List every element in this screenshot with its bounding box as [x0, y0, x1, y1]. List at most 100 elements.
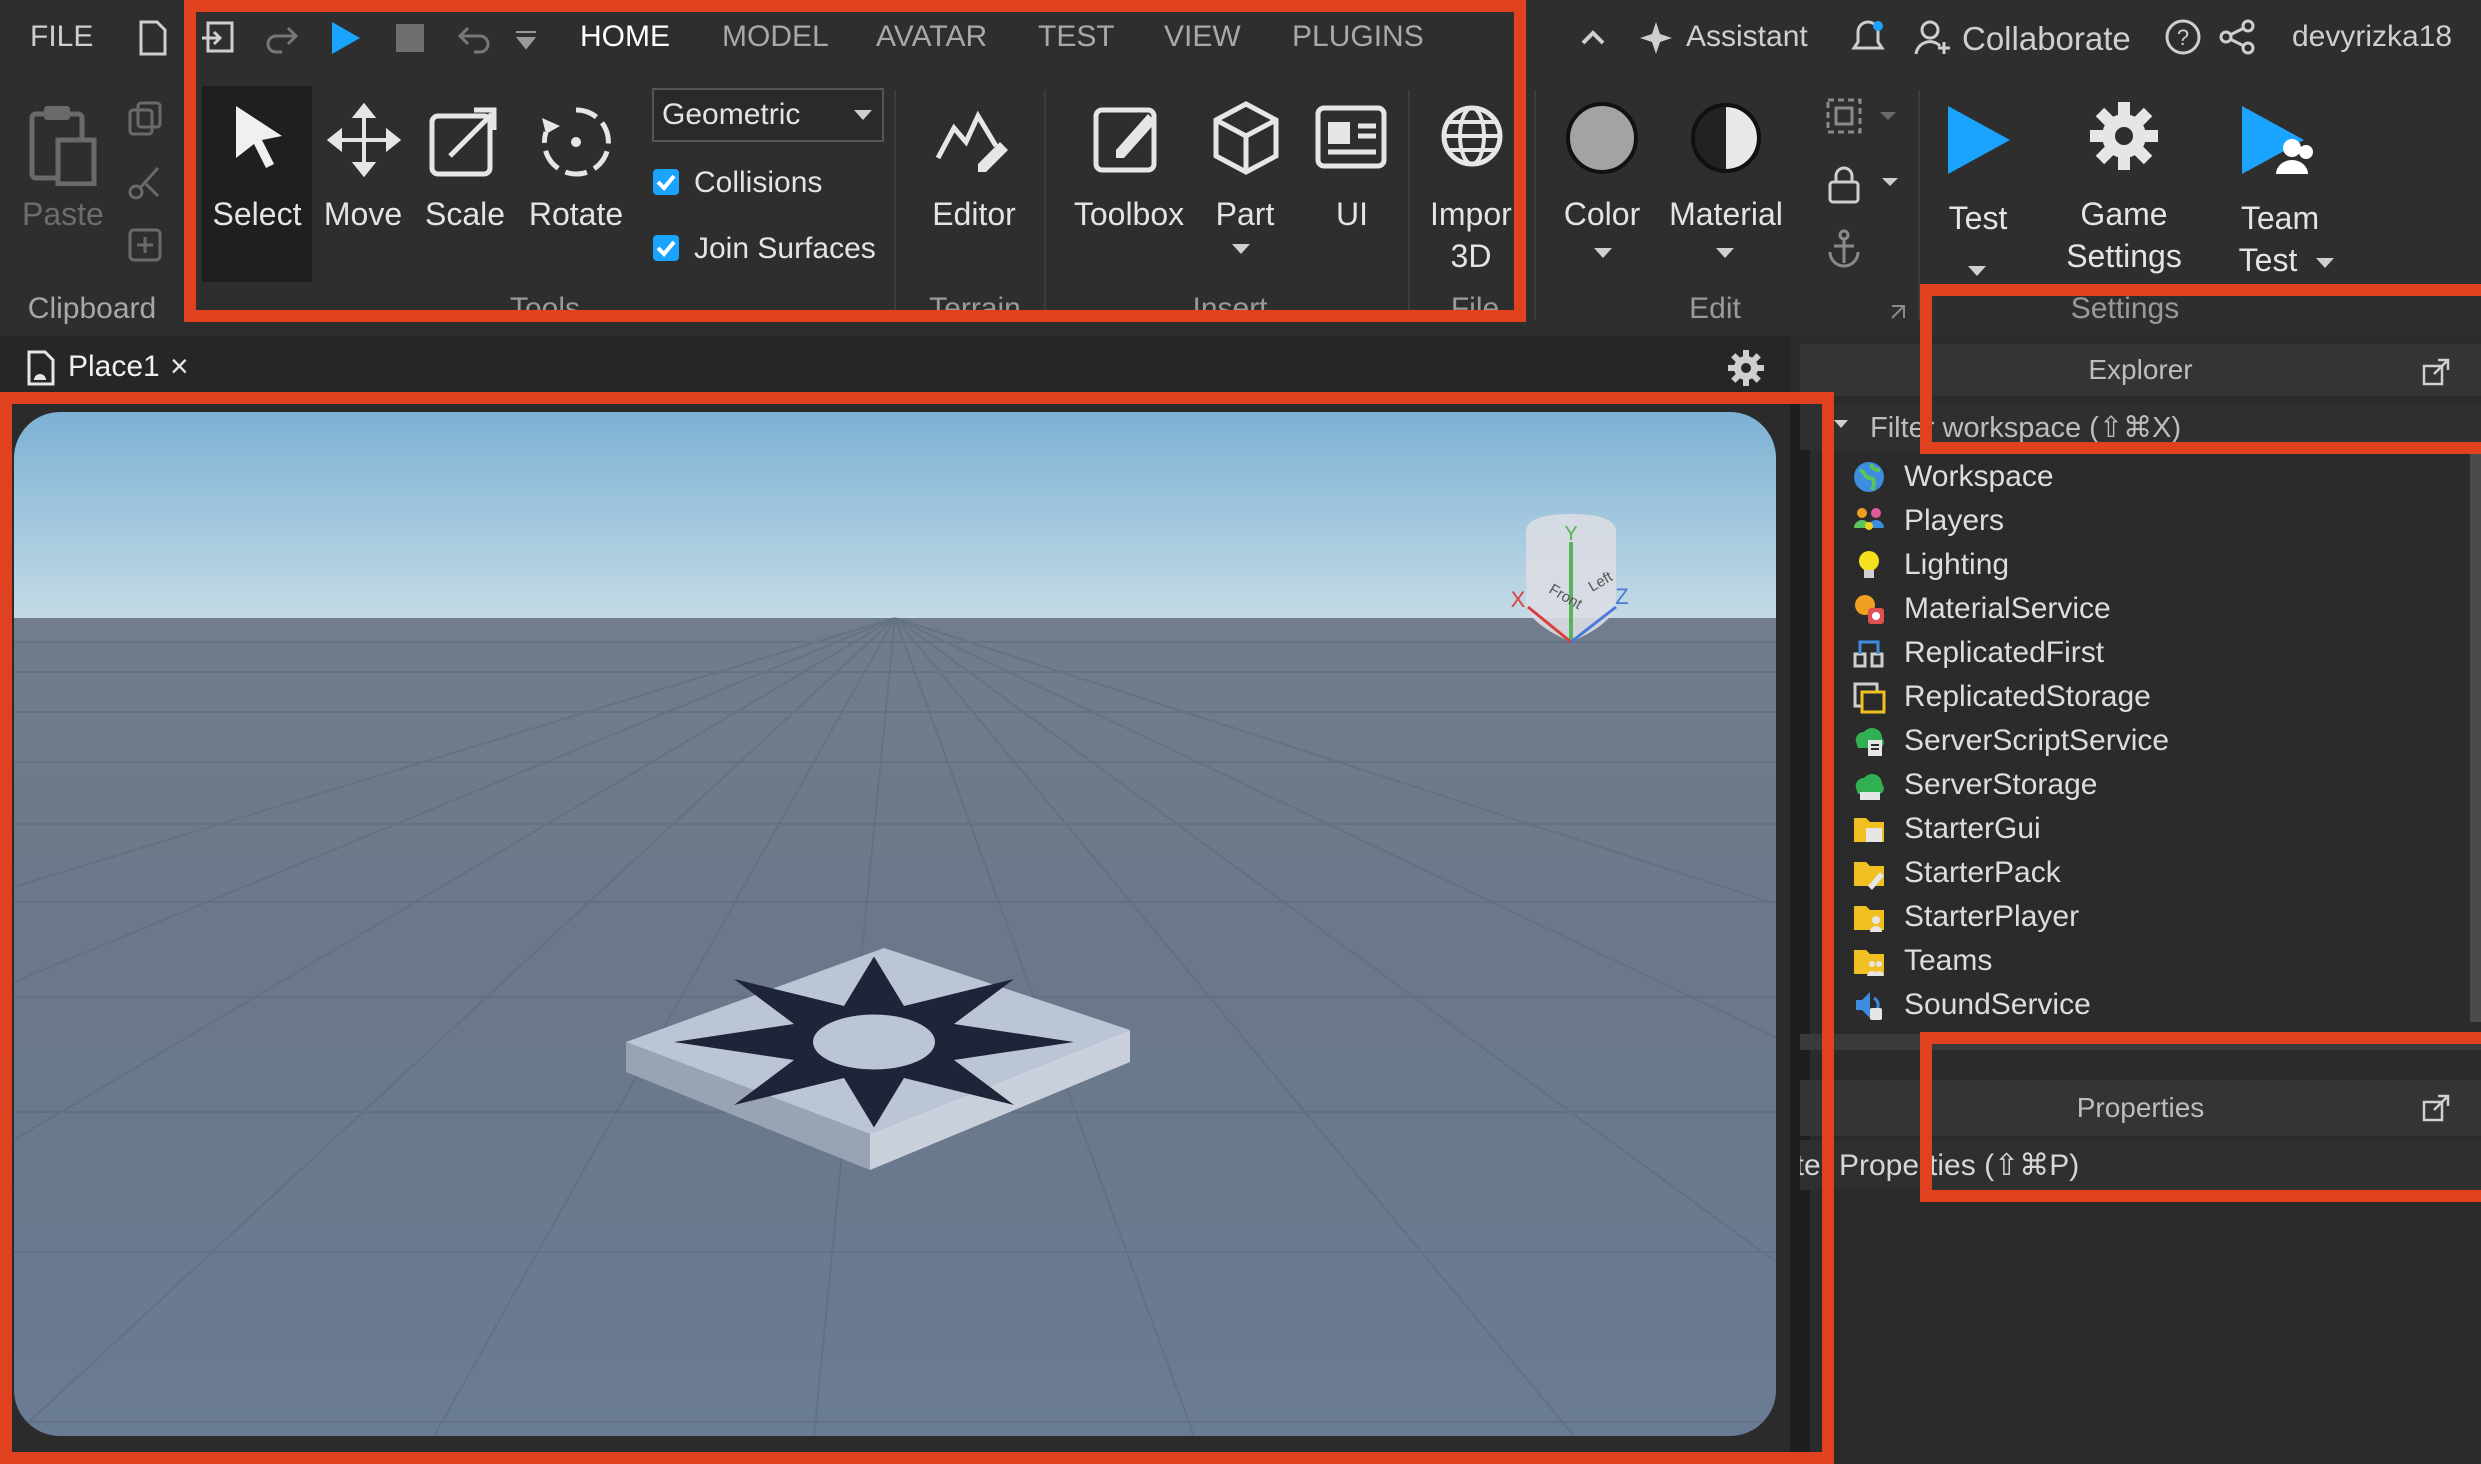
group-tools-label: Tools [509, 292, 581, 325]
tree-item-starterpack[interactable]: StarterPack [1852, 856, 2061, 890]
material-dropdown-icon[interactable] [1716, 248, 1734, 260]
select-cursor-icon[interactable] [230, 102, 286, 172]
test-dropdown-icon[interactable] [1968, 266, 1986, 278]
explorer-undock-icon[interactable] [2422, 358, 2450, 386]
paste-icon[interactable] [26, 102, 98, 186]
test-label[interactable]: Test [1930, 200, 2026, 237]
game-settings-label-line1[interactable]: Game [2054, 196, 2194, 233]
assistant-button[interactable]: Assistant [1686, 20, 1808, 54]
toolbox-icon[interactable] [1090, 100, 1166, 176]
properties-filter-input[interactable]: Filter Properties (⇧⌘P) [1800, 1148, 2079, 1183]
tree-item-starterplayer[interactable]: StarterPlayer [1852, 900, 2079, 934]
move-icon[interactable] [326, 102, 402, 178]
transform-mode-select[interactable]: Geometric [652, 88, 884, 142]
lock-dropdown-icon[interactable] [1882, 178, 1898, 188]
document-tab-place1[interactable]: Place1 [68, 350, 160, 384]
game-settings-gear-icon[interactable] [2088, 100, 2160, 172]
edit-settings-launcher-icon[interactable] [1890, 304, 1906, 320]
ui-label[interactable]: UI [1310, 196, 1394, 233]
group-dropdown-icon[interactable] [1880, 112, 1896, 122]
copy-icon[interactable] [126, 100, 164, 138]
test-play-icon[interactable] [1944, 102, 2012, 178]
scale-tool-label[interactable]: Scale [420, 196, 510, 233]
part-dropdown-icon[interactable] [1232, 244, 1250, 256]
team-test-label-line2[interactable]: Test [2218, 242, 2318, 279]
terrain-editor-label[interactable]: Editor [920, 196, 1028, 233]
tree-item-lighting[interactable]: Lighting [1852, 548, 2009, 582]
tree-item-replicatedfirst[interactable]: ReplicatedFirst [1852, 636, 2104, 670]
filter-dropdown-icon[interactable] [1834, 420, 1848, 430]
join-surfaces-checkbox[interactable] [652, 234, 680, 262]
tree-item-startergui[interactable]: StarterGui [1852, 812, 2041, 846]
collaborate-button[interactable]: Collaborate [1962, 20, 2131, 58]
collisions-checkbox[interactable] [652, 168, 680, 196]
terrain-editor-icon[interactable] [934, 102, 1014, 174]
viewport-scene[interactable]: Y X Z Front Left [14, 412, 1776, 1436]
part-cube-icon[interactable] [1210, 100, 1282, 176]
import-3d-label-line2[interactable]: 3D [1426, 238, 1516, 275]
tab-test[interactable]: TEST [1038, 20, 1115, 54]
collapse-ribbon-icon[interactable] [1580, 28, 1606, 46]
rotate-icon[interactable] [538, 104, 614, 180]
cut-icon[interactable] [126, 164, 164, 202]
redo-icon[interactable] [264, 22, 300, 54]
username[interactable]: devyrizka18 [2292, 20, 2452, 54]
color-label[interactable]: Color [1552, 196, 1652, 233]
play-quick-icon[interactable] [328, 20, 362, 56]
tab-avatar[interactable]: AVATAR [876, 20, 987, 54]
tree-item-materialservice[interactable]: MaterialService [1852, 592, 2111, 626]
viewport-splitter[interactable] [1790, 398, 1810, 1464]
explorer-filter-input[interactable]: Filter workspace (⇧⌘X) [1870, 410, 2181, 445]
import-globe-icon[interactable] [1438, 100, 1510, 176]
ui-icon[interactable] [1314, 104, 1388, 170]
tab-plugins[interactable]: PLUGINS [1292, 20, 1424, 54]
team-test-dropdown-icon[interactable] [2316, 258, 2334, 270]
color-swatch-icon[interactable] [1564, 100, 1640, 176]
toolbox-label[interactable]: Toolbox [1070, 196, 1188, 233]
close-tab-icon[interactable]: × [170, 348, 189, 385]
tree-item-workspace[interactable]: Workspace [1852, 460, 2054, 494]
tree-item-replicatedstorage[interactable]: ReplicatedStorage [1852, 680, 2151, 714]
replicated-first-icon [1853, 640, 1884, 668]
explorer-filter-bar[interactable]: Filter workspace (⇧⌘X) [1800, 402, 2481, 450]
customize-quick-access-icon[interactable] [514, 28, 538, 52]
anchor-icon[interactable] [1826, 228, 1862, 268]
lock-icon[interactable] [1826, 164, 1862, 204]
file-menu[interactable]: FILE [30, 20, 93, 54]
share-icon[interactable] [2218, 18, 2256, 56]
viewport-settings-gear-icon[interactable] [1726, 348, 1766, 388]
help-icon[interactable]: ? [2164, 18, 2202, 56]
tree-item-serverscriptservice[interactable]: ServerScriptService [1852, 724, 2169, 758]
stop-icon[interactable] [394, 22, 426, 54]
game-settings-label-line2[interactable]: Settings [2054, 238, 2194, 275]
tree-item-teams[interactable]: Teams [1852, 944, 1992, 978]
group-icon[interactable] [1824, 96, 1864, 136]
properties-filter-bar[interactable]: Filter Properties (⇧⌘P) [1800, 1140, 2481, 1190]
select-tool-label[interactable]: Select [202, 196, 312, 233]
tree-item-soundservice[interactable]: SoundService [1852, 988, 2091, 1022]
properties-undock-icon[interactable] [2422, 1094, 2450, 1122]
3d-viewport[interactable]: Y X Z Front Left [14, 412, 1776, 1436]
duplicate-icon[interactable] [126, 226, 164, 264]
part-label[interactable]: Part [1200, 196, 1290, 233]
explorer-horizontal-scrollbar[interactable] [1800, 1034, 2481, 1050]
material-sphere-icon[interactable] [1688, 100, 1764, 176]
tab-view[interactable]: VIEW [1164, 20, 1241, 54]
tree-item-serverstorage[interactable]: ServerStorage [1852, 768, 2097, 802]
rotate-tool-label[interactable]: Rotate [526, 196, 626, 233]
material-label[interactable]: Material [1664, 196, 1788, 233]
team-test-icon[interactable] [2238, 102, 2318, 178]
team-test-label-line1[interactable]: Team [2222, 200, 2338, 237]
move-tool-label[interactable]: Move [318, 196, 408, 233]
notifications-icon[interactable] [1850, 18, 1886, 58]
color-dropdown-icon[interactable] [1594, 248, 1612, 260]
import-3d-label-line1[interactable]: Impor [1424, 196, 1520, 233]
new-file-icon[interactable] [138, 20, 168, 56]
publish-icon[interactable] [200, 20, 236, 56]
scale-icon[interactable] [428, 102, 504, 178]
undo-icon[interactable] [456, 22, 492, 54]
tab-model[interactable]: MODEL [722, 20, 829, 54]
tree-item-players[interactable]: Players [1852, 504, 2004, 538]
tab-home[interactable]: HOME [580, 20, 670, 54]
explorer-scrollbar[interactable] [2470, 452, 2481, 1022]
